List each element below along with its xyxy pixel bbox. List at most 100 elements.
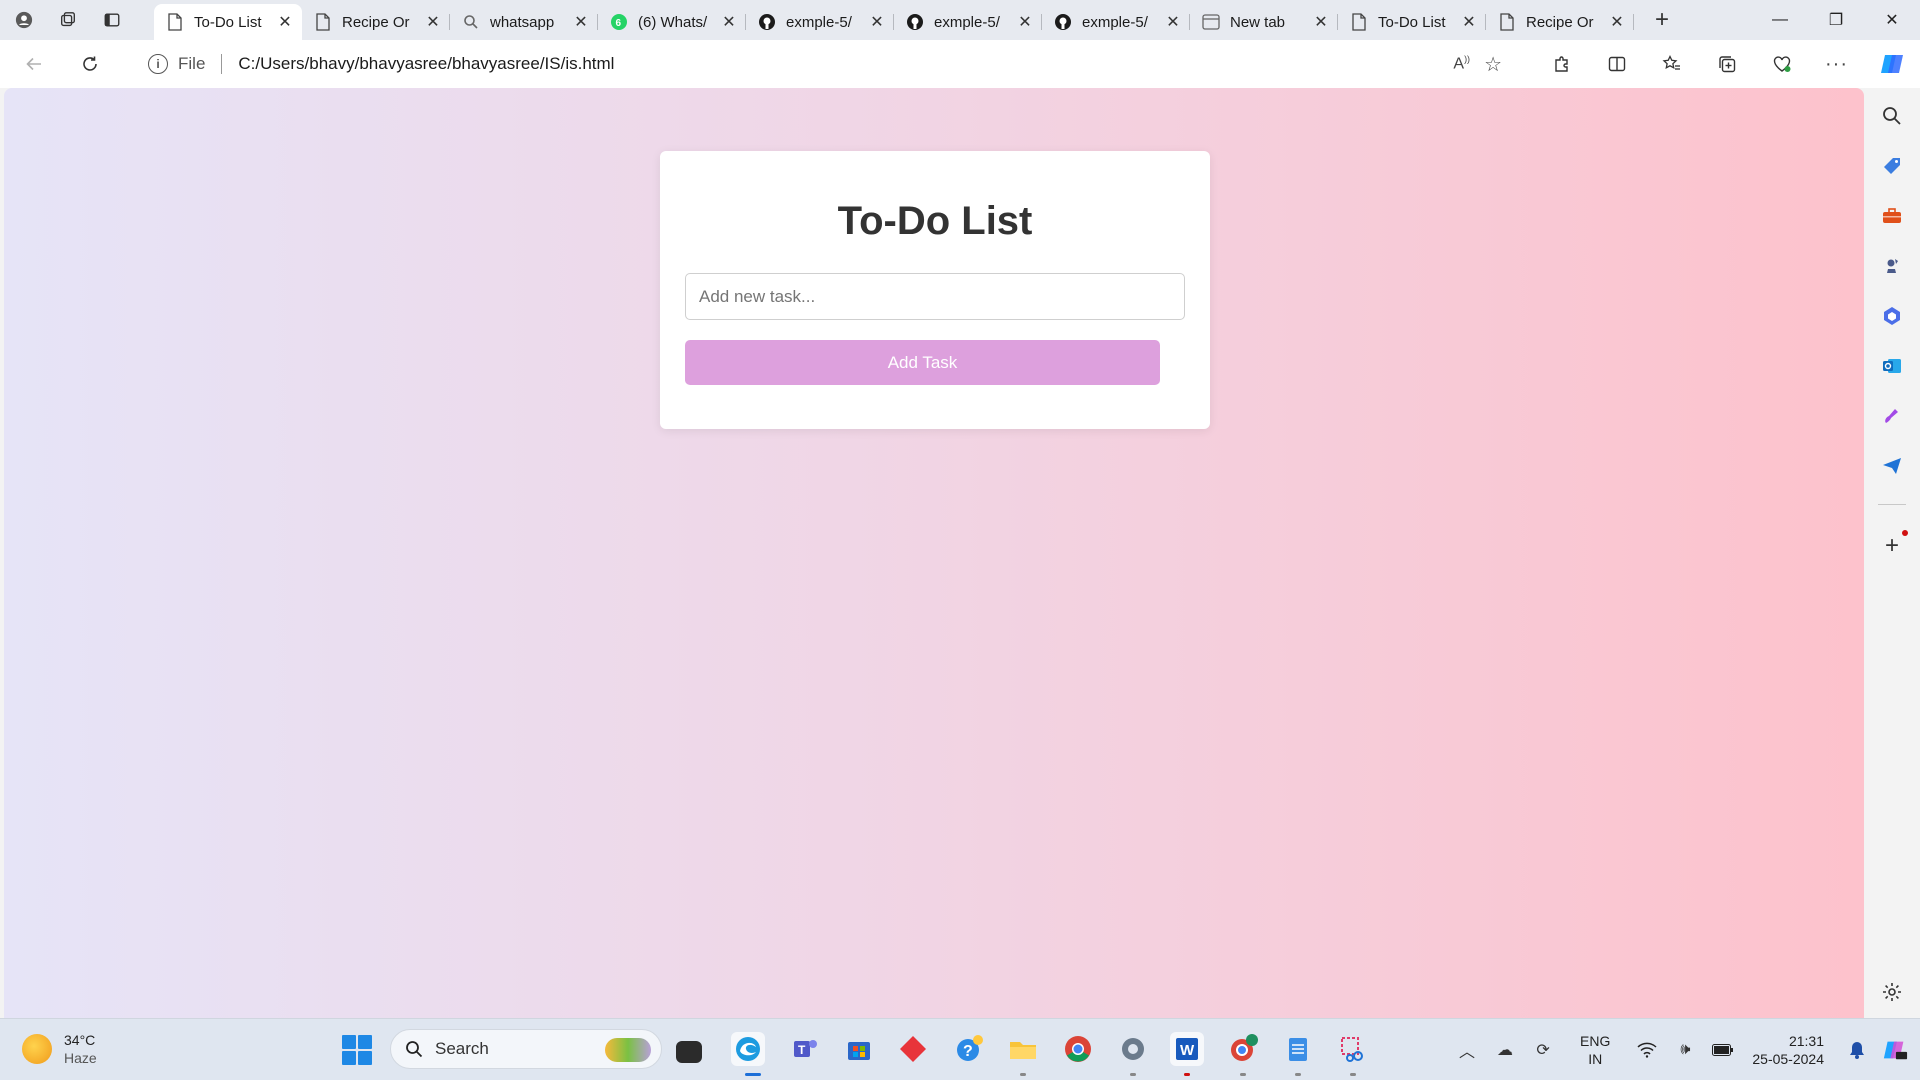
close-tab-icon[interactable]: ✕ — [276, 13, 294, 31]
battery-icon[interactable] — [1710, 1037, 1736, 1063]
restore-button[interactable]: ❐ — [1808, 0, 1864, 40]
profile-button[interactable] — [4, 4, 44, 36]
copilot-button[interactable] — [1864, 46, 1920, 82]
language-indicator[interactable]: ENG IN — [1580, 1032, 1610, 1068]
snipping-tool-taskbar-button[interactable] — [1336, 1032, 1370, 1066]
browser-tab[interactable]: To-Do List ✕ — [1338, 4, 1486, 40]
wifi-icon[interactable] — [1634, 1037, 1660, 1063]
browser-tab[interactable]: whatsapp ✕ — [450, 4, 598, 40]
sidebar-tools-button[interactable] — [1878, 202, 1906, 230]
copilot-icon — [1881, 55, 1903, 73]
browser-tab[interactable]: Recipe Or ✕ — [1486, 4, 1634, 40]
back-button[interactable] — [16, 46, 52, 82]
search-label: Search — [435, 1039, 489, 1058]
close-window-button[interactable]: ✕ — [1864, 0, 1920, 40]
edge-active-indicator — [745, 1073, 761, 1076]
sidebar-add-button[interactable]: + — [1878, 530, 1908, 560]
favorites-button[interactable] — [1644, 46, 1699, 82]
snipping-running-indicator — [1350, 1073, 1356, 1076]
teams-taskbar-button[interactable]: T — [788, 1032, 822, 1066]
word-attention-indicator — [1184, 1073, 1190, 1076]
workspaces-button[interactable] — [48, 4, 88, 36]
minimize-button[interactable]: — — [1752, 0, 1808, 40]
volume-icon[interactable]: 🕪 — [1672, 1037, 1698, 1063]
chrome-taskbar-button[interactable] — [1061, 1032, 1095, 1066]
sidebar-microsoft365-button[interactable] — [1878, 302, 1906, 330]
favorite-star-icon[interactable]: ☆ — [1484, 52, 1502, 77]
chrome-profile-taskbar-button[interactable] — [1226, 1032, 1260, 1066]
word-taskbar-button[interactable]: W — [1170, 1032, 1204, 1066]
close-tab-icon[interactable]: ✕ — [1164, 13, 1182, 31]
address-bar[interactable]: i File C:/Users/bhavy/bhavyasree/bhavyas… — [126, 46, 1522, 82]
close-tab-icon[interactable]: ✕ — [572, 13, 590, 31]
edge-sidebar: + — [1864, 88, 1920, 1018]
add-task-button[interactable]: Add Task — [685, 340, 1160, 385]
browser-tab[interactable]: exmple-5/ ✕ — [746, 4, 894, 40]
browser-essentials-button[interactable] — [1754, 46, 1809, 82]
site-info-icon[interactable]: i — [148, 54, 168, 74]
tab-title: whatsapp — [490, 13, 555, 31]
settings-taskbar-button[interactable] — [1116, 1032, 1150, 1066]
close-tab-icon[interactable]: ✕ — [1312, 13, 1330, 31]
tab-strip: To-Do List ✕ Recipe Or ✕ whatsapp ✕ 6 (6) Whats… — [0, 0, 1920, 40]
sidebar-designer-button[interactable] — [1878, 402, 1906, 430]
help-taskbar-button[interactable]: ? — [952, 1032, 986, 1066]
sidebar-outlook-button[interactable] — [1878, 352, 1906, 380]
sync-icon[interactable]: ⟳ — [1530, 1037, 1556, 1063]
close-tab-icon[interactable]: ✕ — [424, 13, 442, 31]
url-text[interactable]: C:/Users/bhavy/bhavyasree/bhavyasree/IS/… — [238, 54, 614, 74]
weather-temperature: 34°C — [64, 1032, 96, 1048]
vertical-tabs-button[interactable] — [92, 4, 132, 36]
sidebar-games-button[interactable] — [1878, 252, 1906, 280]
notepad-taskbar-button[interactable] — [1281, 1032, 1315, 1066]
new-task-input[interactable] — [685, 273, 1185, 320]
notifications-bell-icon[interactable] — [1844, 1037, 1870, 1063]
start-button[interactable] — [342, 1035, 372, 1065]
settings-more-button[interactable]: ··· — [1809, 46, 1864, 82]
weather-widget[interactable]: 34°C Haze — [22, 1031, 97, 1067]
window-controls: — ❐ ✕ — [1752, 0, 1920, 40]
settings-running-indicator — [1130, 1073, 1136, 1076]
sidebar-send-button[interactable] — [1878, 452, 1906, 480]
extensions-button[interactable] — [1534, 46, 1589, 82]
newtab-icon — [1202, 13, 1220, 31]
collections-button[interactable] — [1699, 46, 1754, 82]
read-aloud-icon[interactable]: A)) — [1453, 54, 1470, 73]
edge-taskbar-button[interactable] — [731, 1032, 765, 1066]
notification-dot-icon — [1902, 530, 1908, 536]
close-tab-icon[interactable]: ✕ — [1460, 13, 1478, 31]
close-tab-icon[interactable]: ✕ — [1016, 13, 1034, 31]
sidebar-search-button[interactable] — [1878, 102, 1906, 130]
outlook-icon — [1883, 359, 1901, 373]
show-hidden-icons-button[interactable]: ︿ — [1454, 1037, 1480, 1063]
sidebar-settings-button[interactable] — [1878, 978, 1906, 1006]
browser-tab[interactable]: 6 (6) Whats/ ✕ — [598, 4, 746, 40]
battery-level-icon — [1712, 1044, 1734, 1056]
file-explorer-taskbar-button[interactable] — [1006, 1032, 1040, 1066]
new-tab-button[interactable]: + — [1642, 4, 1682, 36]
taskbar-search-box[interactable]: Search — [390, 1029, 662, 1069]
browser-tab[interactable]: New tab ✕ — [1190, 4, 1338, 40]
browser-tab[interactable]: Recipe Or ✕ — [302, 4, 450, 40]
browser-tab[interactable]: exmple-5/ ✕ — [894, 4, 1042, 40]
taskbar-clock[interactable]: 21:31 25-05-2024 — [1752, 1032, 1824, 1068]
region-code: IN — [1588, 1051, 1603, 1067]
copilot-taskbar-button[interactable] — [1882, 1037, 1908, 1063]
task-view-button[interactable] — [676, 1041, 702, 1063]
close-tab-icon[interactable]: ✕ — [720, 13, 738, 31]
split-screen-button[interactable] — [1589, 46, 1644, 82]
onedrive-icon[interactable]: ☁ — [1492, 1037, 1518, 1063]
app-taskbar-button-red[interactable] — [896, 1032, 930, 1066]
store-taskbar-button[interactable] — [842, 1032, 876, 1066]
browser-tab[interactable]: To-Do List ✕ — [154, 4, 302, 40]
sidebar-shopping-button[interactable] — [1878, 152, 1906, 180]
close-tab-icon[interactable]: ✕ — [1608, 13, 1626, 31]
browser-tab[interactable]: exmple-5/ ✕ — [1042, 4, 1190, 40]
refresh-icon — [83, 56, 97, 71]
github-icon — [906, 13, 924, 31]
svg-text:?: ? — [963, 1043, 973, 1060]
search-icon — [406, 1041, 423, 1058]
close-tab-icon[interactable]: ✕ — [868, 13, 886, 31]
back-arrow-icon — [26, 57, 41, 71]
refresh-button[interactable] — [72, 46, 108, 82]
